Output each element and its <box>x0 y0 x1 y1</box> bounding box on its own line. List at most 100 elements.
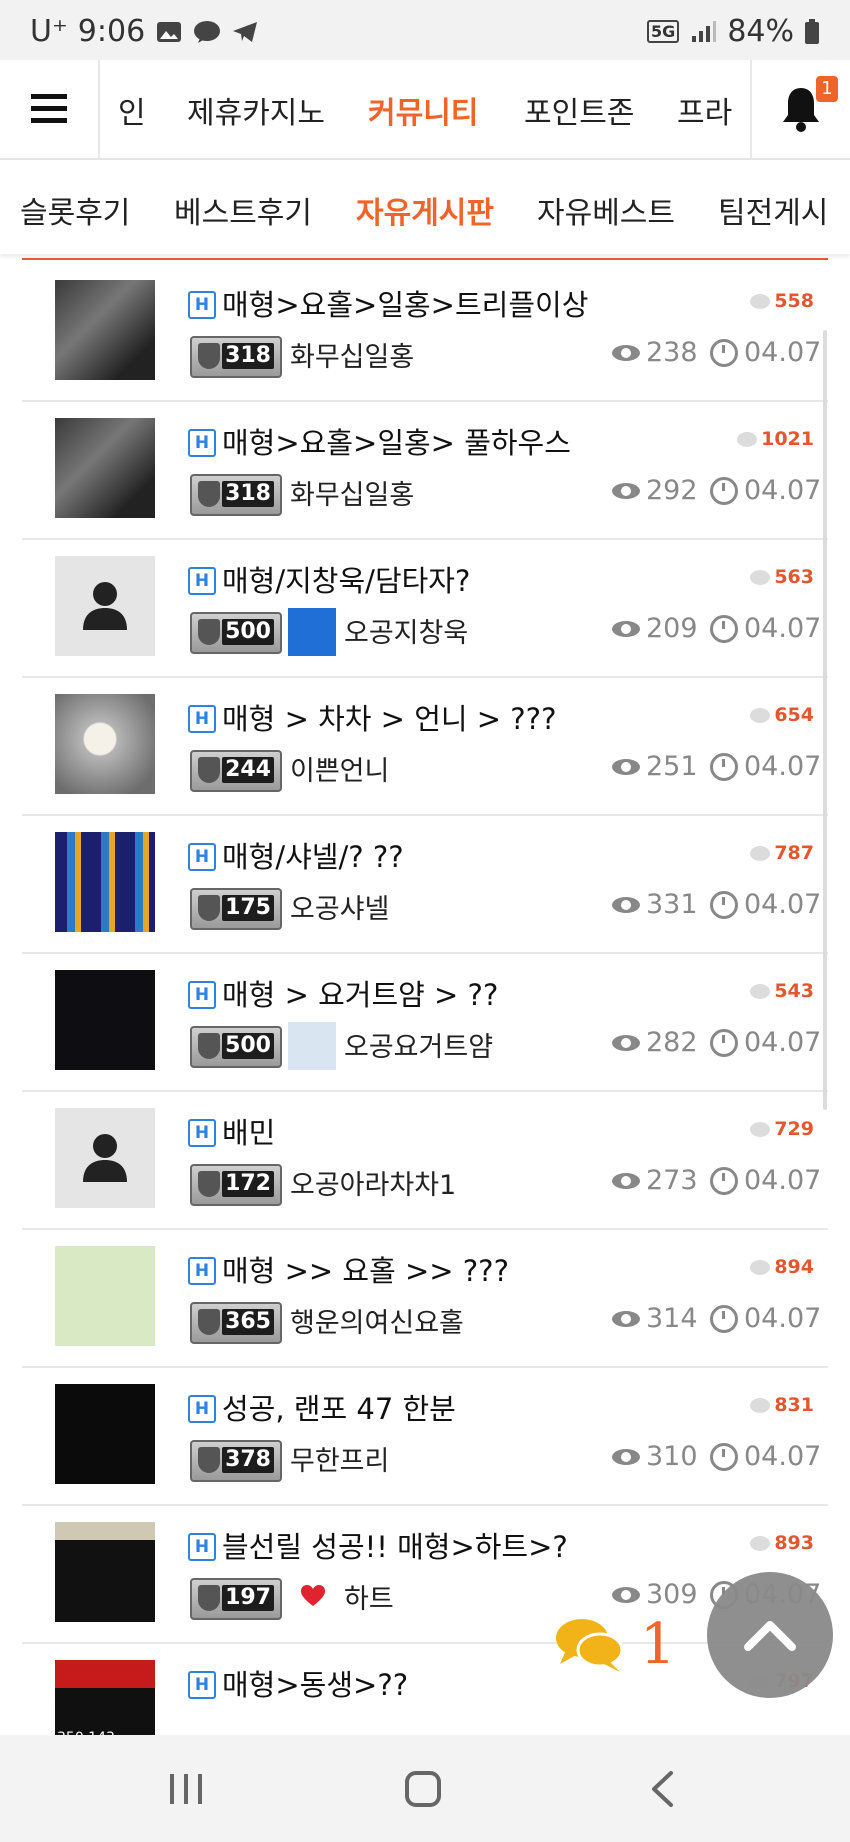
chevron-up-icon <box>744 1621 796 1651</box>
post-row[interactable]: H 매형 >> 요홀 >> ??? 894 365 행운의여신요홀 314 04.07 <box>22 1228 828 1368</box>
post-date: 04.07 <box>710 751 821 782</box>
post-title[interactable]: 블선릴 성공!! 매형>하트>? <box>222 1524 568 1566</box>
back-button[interactable] <box>632 1767 692 1811</box>
post-author[interactable]: 오공요거트얌 <box>344 1025 493 1064</box>
post-author[interactable]: 하트 <box>344 1577 394 1616</box>
post-author[interactable]: 이쁜언니 <box>290 749 389 788</box>
post-date-value: 04.07 <box>744 1441 822 1472</box>
sub-nav-item-best-review[interactable]: 베스트후기 <box>174 188 312 232</box>
post-row[interactable]: H 매형 > 요거트얌 > ?? 543 500 오공요거트얌 282 04.07 <box>22 952 828 1092</box>
post-author[interactable]: 오공아라차차1 <box>290 1163 456 1202</box>
post-title[interactable]: 성공, 랜포 47 한분 <box>222 1386 456 1428</box>
post-author[interactable]: 행운의여신요홀 <box>290 1301 464 1340</box>
chat-bubbles-icon <box>556 1618 624 1672</box>
top-nav-item-pointzone[interactable]: 포인트존 <box>524 88 634 132</box>
post-row[interactable]: H 성공, 랜포 47 한분 831 378 무한프리 310 04.07 <box>22 1366 828 1506</box>
level-number: 365 <box>222 1309 274 1335</box>
notification-button[interactable]: 1 <box>750 60 850 158</box>
level-emblem-icon <box>198 1033 220 1059</box>
post-row[interactable]: H 매형>요홀>일홍> 풀하우스 1021 318 화무십일홍 292 04.07 <box>22 400 828 540</box>
post-author[interactable]: 오공샤넬 <box>290 887 389 926</box>
default-user-icon <box>83 582 127 630</box>
level-emblem-icon <box>198 1585 220 1611</box>
comment-bubble-icon <box>750 1535 771 1551</box>
post-author[interactable]: 무한프리 <box>290 1439 389 1478</box>
post-author[interactable]: 화무십일홍 <box>290 335 414 374</box>
post-title[interactable]: 매형>동생>?? <box>222 1662 408 1704</box>
clock-icon <box>710 1442 738 1471</box>
sub-nav-item-free-board[interactable]: 자유게시판 <box>356 188 494 232</box>
post-thumbnail[interactable] <box>55 1108 155 1208</box>
eye-icon <box>612 1034 640 1051</box>
post-date: 04.07 <box>710 613 821 644</box>
scroll-top-button[interactable] <box>707 1572 833 1698</box>
post-title[interactable]: 매형 > 요거트얌 > ?? <box>222 972 498 1014</box>
post-date: 04.07 <box>710 1027 821 1058</box>
menu-button[interactable] <box>0 60 100 158</box>
post-thumbnail[interactable] <box>55 970 155 1070</box>
post-title[interactable]: 매형>요홀>일홍>트리플이상 <box>222 282 588 324</box>
view-count-value: 209 <box>646 613 698 644</box>
top-nav-item-free[interactable]: 프라 <box>677 88 732 132</box>
post-title[interactable]: 매형/샤넬/? ?? <box>222 834 404 876</box>
post-thumbnail[interactable] <box>55 1522 155 1622</box>
post-row[interactable]: H 매형>요홀>일홍>트리플이상 558 318 화무십일홍 238 04.07 <box>22 262 828 402</box>
post-row[interactable]: H 매형 > 차차 > 언니 > ??? 654 244 이쁜언니 251 04.07 <box>22 676 828 816</box>
eye-icon <box>612 344 640 361</box>
scrollbar[interactable] <box>823 330 827 1110</box>
post-date: 04.07 <box>710 337 821 368</box>
post-author[interactable]: 화무십일홍 <box>290 473 414 512</box>
post-row[interactable]: 350,143H매형>동생>??797 <box>22 1642 828 1735</box>
sub-nav-item-free-best[interactable]: 자유베스트 <box>537 188 675 232</box>
view-count-value: 331 <box>646 889 698 920</box>
post-thumbnail[interactable] <box>55 694 155 794</box>
post-row[interactable]: H 배민 729 172 오공아라차차1 273 04.07 <box>22 1090 828 1230</box>
clock-icon <box>710 338 738 367</box>
recent-apps-button[interactable] <box>156 1767 216 1811</box>
post-thumbnail[interactable] <box>55 832 155 932</box>
sub-nav-item-slot-review[interactable]: 슬롯후기 <box>20 188 130 232</box>
bell-icon <box>783 88 819 132</box>
post-title[interactable]: 매형 > 차차 > 언니 > ??? <box>222 696 556 738</box>
home-button[interactable] <box>393 1767 453 1811</box>
level-number: 197 <box>222 1585 274 1611</box>
comment-bubble-icon <box>750 707 771 723</box>
post-thumbnail[interactable] <box>55 556 155 656</box>
level-badge: 500 <box>190 1026 282 1068</box>
post-title[interactable]: 매형/지창욱/담타자? <box>222 558 470 600</box>
view-count-value: 273 <box>646 1165 698 1196</box>
level-emblem-icon <box>198 343 220 369</box>
chat-float[interactable]: 1 <box>554 1612 676 1677</box>
post-date-value: 04.07 <box>744 751 822 782</box>
post-title[interactable]: 배민 <box>222 1110 275 1152</box>
hot-badge-icon: H <box>188 1395 216 1423</box>
comment-count-value: 543 <box>774 980 814 1002</box>
top-nav-item-casino[interactable]: 제휴카지노 <box>187 88 325 132</box>
sub-nav-item-team-board[interactable]: 팀전게시 <box>718 188 828 232</box>
post-title[interactable]: 매형>요홀>일홍> 풀하우스 <box>222 420 571 462</box>
level-number: 378 <box>222 1447 274 1473</box>
post-thumbnail[interactable] <box>55 1246 155 1346</box>
clock-icon <box>710 614 738 643</box>
top-nav-item-community[interactable]: 커뮤니티 <box>368 88 478 132</box>
post-thumbnail[interactable]: 350,143 <box>55 1660 155 1735</box>
post-title[interactable]: 매형 >> 요홀 >> ??? <box>222 1248 509 1290</box>
comment-bubble-icon <box>750 293 771 309</box>
level-emblem-icon <box>198 1309 220 1335</box>
comment-bubble-icon <box>750 1259 771 1275</box>
comment-count-value: 894 <box>774 1256 814 1278</box>
post-thumbnail[interactable] <box>55 280 155 380</box>
post-row[interactable]: H 매형/지창욱/담타자? 563 500 오공지창욱 209 04.07 <box>22 538 828 678</box>
signal-icon <box>692 20 717 42</box>
post-row[interactable]: H 매형/샤넬/? ?? 787 175 오공샤넬 331 04.07 <box>22 814 828 954</box>
post-date: 04.07 <box>710 1441 821 1472</box>
post-thumbnail[interactable] <box>55 418 155 518</box>
comment-count-value: 831 <box>774 1394 814 1416</box>
top-nav-item-login[interactable]: 인 <box>118 88 146 132</box>
clock-icon <box>710 1304 738 1333</box>
clock-icon <box>710 890 738 919</box>
post-author[interactable]: 오공지창욱 <box>344 611 468 650</box>
comment-bubble-icon <box>750 1397 771 1413</box>
hot-badge-icon: H <box>188 1119 216 1147</box>
post-thumbnail[interactable] <box>55 1384 155 1484</box>
